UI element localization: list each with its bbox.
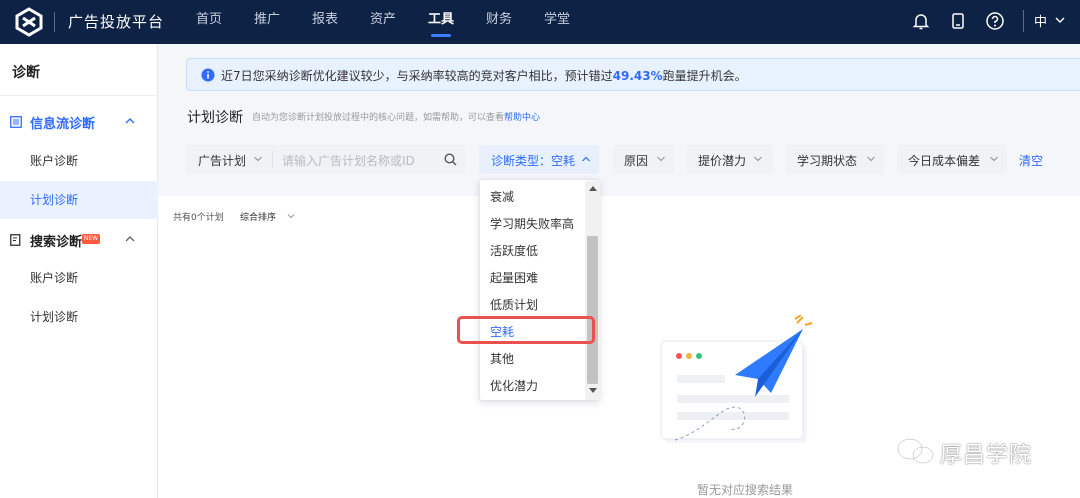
chevron-down-icon[interactable] [287,213,295,219]
doc-search-icon [10,234,21,246]
option-high-learning-fail-rate[interactable]: 学习期失败率高 [490,215,574,232]
bid-potential-select[interactable]: 提价潜力 [687,145,773,174]
nav-finance[interactable]: 财务 [470,0,528,44]
empty-state-illustration [660,315,813,443]
search-divider [272,151,273,168]
option-low-activity[interactable]: 活跃度低 [490,242,538,259]
sidebar-group-label: 信息流诊断 [30,117,96,132]
sidebar: 诊断 信息流诊断 账户诊断 计划诊断 搜索诊断 NEW 账户诊断 计划诊断 [0,44,158,498]
reason-select[interactable]: 原因 [613,145,674,174]
nav-promotion[interactable]: 推广 [238,0,296,44]
chevron-down-icon [657,156,665,162]
scroll-up-arrow-icon[interactable] [589,186,597,191]
new-badge: NEW [82,234,100,244]
option-decay[interactable]: 衰减 [490,188,514,205]
list-icon [10,116,22,128]
help-center-link[interactable]: 帮助中心 [504,113,540,123]
bell-icon[interactable] [911,11,931,31]
nav-academy[interactable]: 学堂 [528,0,586,44]
plan-search-input[interactable]: 请输入广告计划名称或ID [282,152,415,169]
sidebar-item-search-plan-diagnosis[interactable]: 计划诊断 [0,298,158,336]
plan-type-select[interactable]: 广告计划 [198,152,246,169]
nav-reports[interactable]: 报表 [296,0,354,44]
chevron-up-icon[interactable] [124,116,136,126]
notice-text: 近7日您采纳诊断优化建议较少，与采纳率较高的竞对客户相比，预计错过49.43%跑… [221,69,747,83]
tablet-icon[interactable] [948,11,968,31]
sidebar-divider [0,95,158,96]
platform-logo-icon[interactable] [14,7,44,37]
sidebar-group-search-diagnosis[interactable]: 搜索诊断 NEW [0,222,158,258]
plan-search-filter: 广告计划 请输入广告计划名称或ID [186,145,465,174]
cost-deviation-select[interactable]: 今日成本偏差 [897,145,1007,174]
chevron-up-icon[interactable] [124,234,136,244]
page-subtitle: 自动为您诊断计划投放过程中的核心问题，如需帮助，可以查看帮助中心 [252,113,541,123]
chevron-down-icon[interactable] [1054,15,1066,25]
reason-label: 原因 [624,154,649,168]
diagnosis-type-dropdown: 衰减 学习期失败率高 活跃度低 起量困难 低质计划 空耗 其他 优化潜力 [479,179,600,401]
option-optimization-potential[interactable]: 优化潜力 [490,377,538,394]
learning-status-label: 学习期状态 [797,154,858,168]
chevron-down-icon[interactable] [253,155,263,163]
chevron-down-icon [990,156,998,162]
option-low-quality-plan[interactable]: 低质计划 [490,296,538,313]
lang-divider [1023,10,1024,32]
help-icon[interactable] [985,11,1005,31]
brand-divider [54,12,55,32]
page-title: 计划诊断 [187,110,243,126]
dropdown-scrollbar[interactable] [585,181,600,400]
nav-home[interactable]: 首页 [180,0,238,44]
cost-deviation-label: 今日成本偏差 [908,154,981,168]
clear-filters-link[interactable]: 清空 [1019,152,1043,169]
search-icon[interactable] [444,153,457,166]
language-switch[interactable]: 中 [1034,11,1047,30]
scroll-down-arrow-icon[interactable] [589,388,597,393]
bid-potential-label: 提价潜力 [698,154,747,168]
empty-state-text: 暂无对应搜索结果 [697,483,794,497]
watermark-text: 厚昌学院 [940,443,1033,468]
sidebar-title: 诊断 [12,65,40,81]
brand-title: 广告投放平台 [68,13,165,31]
option-hard-to-ramp[interactable]: 起量困难 [490,269,538,286]
scrollbar-thumb[interactable] [587,236,598,384]
sidebar-item-search-account-diagnosis[interactable]: 账户诊断 [0,259,158,297]
nav-assets[interactable]: 资产 [354,0,412,44]
learning-status-select[interactable]: 学习期状态 [786,145,884,174]
sidebar-item-plan-diagnosis[interactable]: 计划诊断 [0,181,158,219]
sidebar-item-account-diagnosis[interactable]: 账户诊断 [0,142,158,180]
notice-banner: 近7日您采纳诊断优化建议较少，与采纳率较高的竞对客户相比，预计错过49.43%跑… [186,58,1080,91]
chevron-up-icon [582,156,590,162]
diagnosis-type-select[interactable]: 诊断类型：空耗 [479,145,599,174]
nav-tools[interactable]: 工具 [412,0,470,44]
selection-highlight-box [457,316,595,344]
main-nav: 首页 推广 报表 资产 工具 财务 学堂 [180,0,586,44]
option-other[interactable]: 其他 [490,350,514,367]
top-navigation-bar: 广告投放平台 首页 推广 报表 资产 工具 财务 学堂 中 [0,0,1080,44]
sidebar-group-feed-diagnosis[interactable]: 信息流诊断 [0,104,158,140]
sort-select[interactable]: 综合排序 [240,210,276,223]
missed-opportunity-rate: 49.43% [612,69,663,83]
chevron-down-icon [754,156,762,162]
plan-count: 共有0个计划 [173,213,224,223]
chevron-down-icon [867,156,875,162]
diagnosis-type-label: 诊断类型：空耗 [491,154,576,168]
sidebar-group-label: 搜索诊断 [30,235,83,250]
info-icon [201,68,215,82]
